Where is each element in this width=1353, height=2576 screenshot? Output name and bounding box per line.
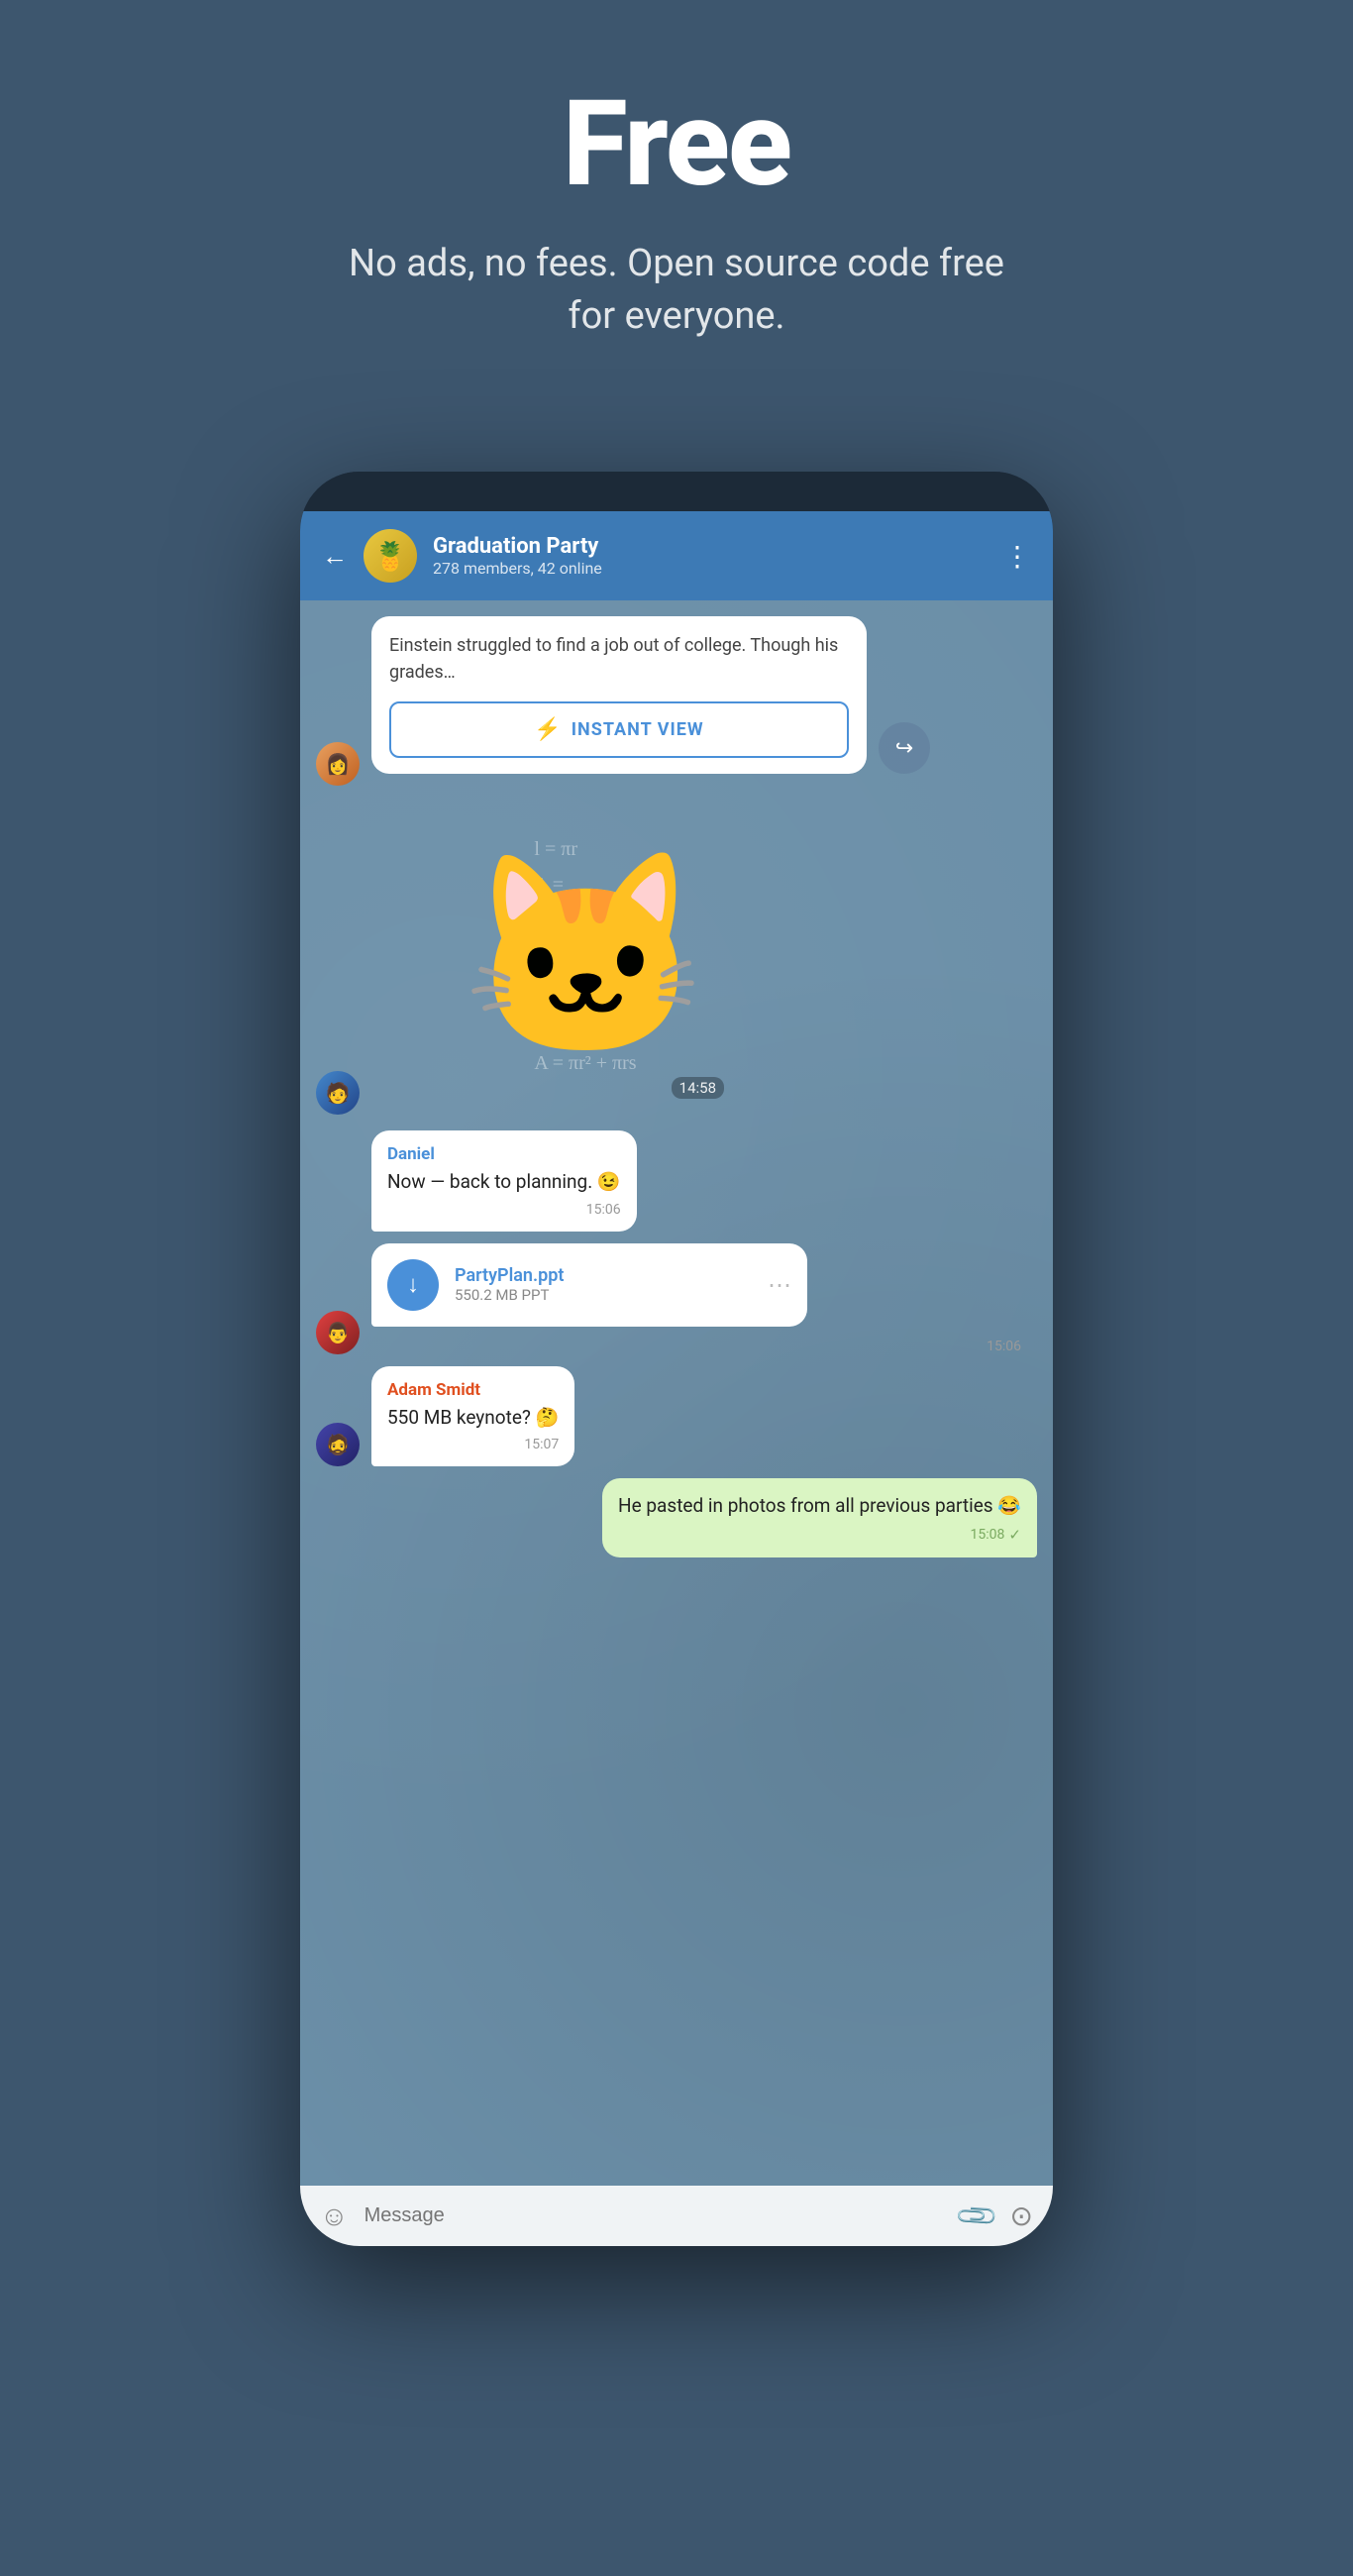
message-bubble-adam: Adam Smidt 550 MB keynote? 🤔 15:07 (371, 1366, 574, 1467)
message-input[interactable] (364, 2204, 944, 2227)
emoji-button[interactable]: ☺ (320, 2200, 349, 2232)
article-preview-text: Einstein struggled to find a job out of … (371, 616, 867, 701)
chat-header: ← 🍍 Graduation Party 278 members, 42 onl… (300, 511, 1053, 600)
sticker-time: 14:58 (672, 1077, 724, 1099)
message-bubble-outgoing: He pasted in photos from all previous pa… (602, 1478, 1037, 1557)
message-text-adam: 550 MB keynote? 🤔 (387, 1404, 559, 1432)
article-bubble: Einstein struggled to find a job out of … (371, 616, 867, 774)
instant-view-button[interactable]: ⚡ INSTANT VIEW (389, 701, 849, 758)
chat-info: Graduation Party 278 members, 42 online (433, 534, 988, 578)
file-name: PartyPlan.ppt (455, 1265, 752, 1286)
camera-button[interactable]: ⊙ (1010, 2200, 1033, 2232)
avatar-placeholder: 👩 (316, 742, 360, 786)
chat-input-bar: ☺ 📎 ⊙ (300, 2186, 1053, 2246)
bottom-spacer (316, 1569, 1037, 1585)
hero-title: Free (563, 79, 790, 210)
user-avatar-1: 👩 (316, 742, 360, 786)
message-sender-adam: Adam Smidt (387, 1380, 559, 1400)
hero-subtitle: No ads, no fees. Open source code free f… (330, 238, 1023, 343)
message-bubble-daniel: Daniel Now — back to planning. 😉 15:06 (371, 1130, 637, 1232)
phone-topbar (300, 472, 1053, 511)
message-time-adam: 15:07 (387, 1437, 559, 1452)
user-avatar-2: 🧑 (316, 1071, 360, 1115)
cat-sticker: 🐱 (447, 817, 724, 1095)
more-options-button[interactable]: ⋮ (1003, 540, 1031, 573)
message-row-daniel: Daniel Now — back to planning. 😉 15:06 (316, 1130, 1037, 1232)
phone-frame: ← 🍍 Graduation Party 278 members, 42 onl… (300, 472, 1053, 2246)
file-time: 15:06 (371, 1339, 1037, 1354)
attach-button[interactable]: 📎 (953, 2193, 1000, 2240)
article-preview-row: 👩 Einstein struggled to find a job out o… (316, 616, 1037, 786)
user-avatar-4: 🧔 (316, 1423, 360, 1466)
read-checkmark: ✓ (1008, 1526, 1021, 1544)
file-more-button[interactable]: ⋯ (768, 1271, 791, 1299)
group-avatar: 🍍 (364, 529, 417, 583)
chat-body: 👩 Einstein struggled to find a job out o… (300, 600, 1053, 2186)
share-button[interactable]: ↪ (879, 722, 930, 774)
sticker-area: l = πr A = V = l³ P = 2πr A = πr² s = √r… (427, 798, 744, 1115)
file-bubble-wrapper: ↓ PartyPlan.ppt 550.2 MB PPT ⋯ 15:06 (371, 1243, 1037, 1354)
message-text-outgoing: He pasted in photos from all previous pa… (618, 1492, 1021, 1520)
file-row: 👨 ↓ PartyPlan.ppt 550.2 MB PPT ⋯ 15:06 (316, 1243, 1037, 1354)
message-time: 15:06 (387, 1202, 621, 1218)
instant-view-icon: ⚡ (534, 717, 561, 742)
hero-section: Free No ads, no fees. Open source code f… (0, 0, 1353, 402)
file-bubble: ↓ PartyPlan.ppt 550.2 MB PPT ⋯ (371, 1243, 807, 1327)
message-text: Now — back to planning. 😉 (387, 1168, 621, 1196)
download-button[interactable]: ↓ (387, 1259, 439, 1311)
instant-view-label: INSTANT VIEW (572, 719, 704, 740)
message-row-adam: 🧔 Adam Smidt 550 MB keynote? 🤔 15:07 (316, 1366, 1037, 1467)
file-size: 550.2 MB PPT (455, 1286, 752, 1304)
chat-members: 278 members, 42 online (433, 559, 988, 578)
back-button[interactable]: ← (322, 541, 348, 572)
message-time-outgoing: 15:08 ✓ (618, 1526, 1021, 1544)
message-row-outgoing: He pasted in photos from all previous pa… (316, 1478, 1037, 1557)
message-sender: Daniel (387, 1144, 621, 1164)
phone-wrapper: ← 🍍 Graduation Party 278 members, 42 onl… (300, 472, 1053, 2246)
file-info: PartyPlan.ppt 550.2 MB PPT (455, 1265, 752, 1304)
sticker-row: 🧑 l = πr A = V = l³ P = 2πr A = πr² s = … (316, 798, 1037, 1115)
user-avatar-3: 👨 (316, 1311, 360, 1354)
chat-name: Graduation Party (433, 534, 988, 559)
